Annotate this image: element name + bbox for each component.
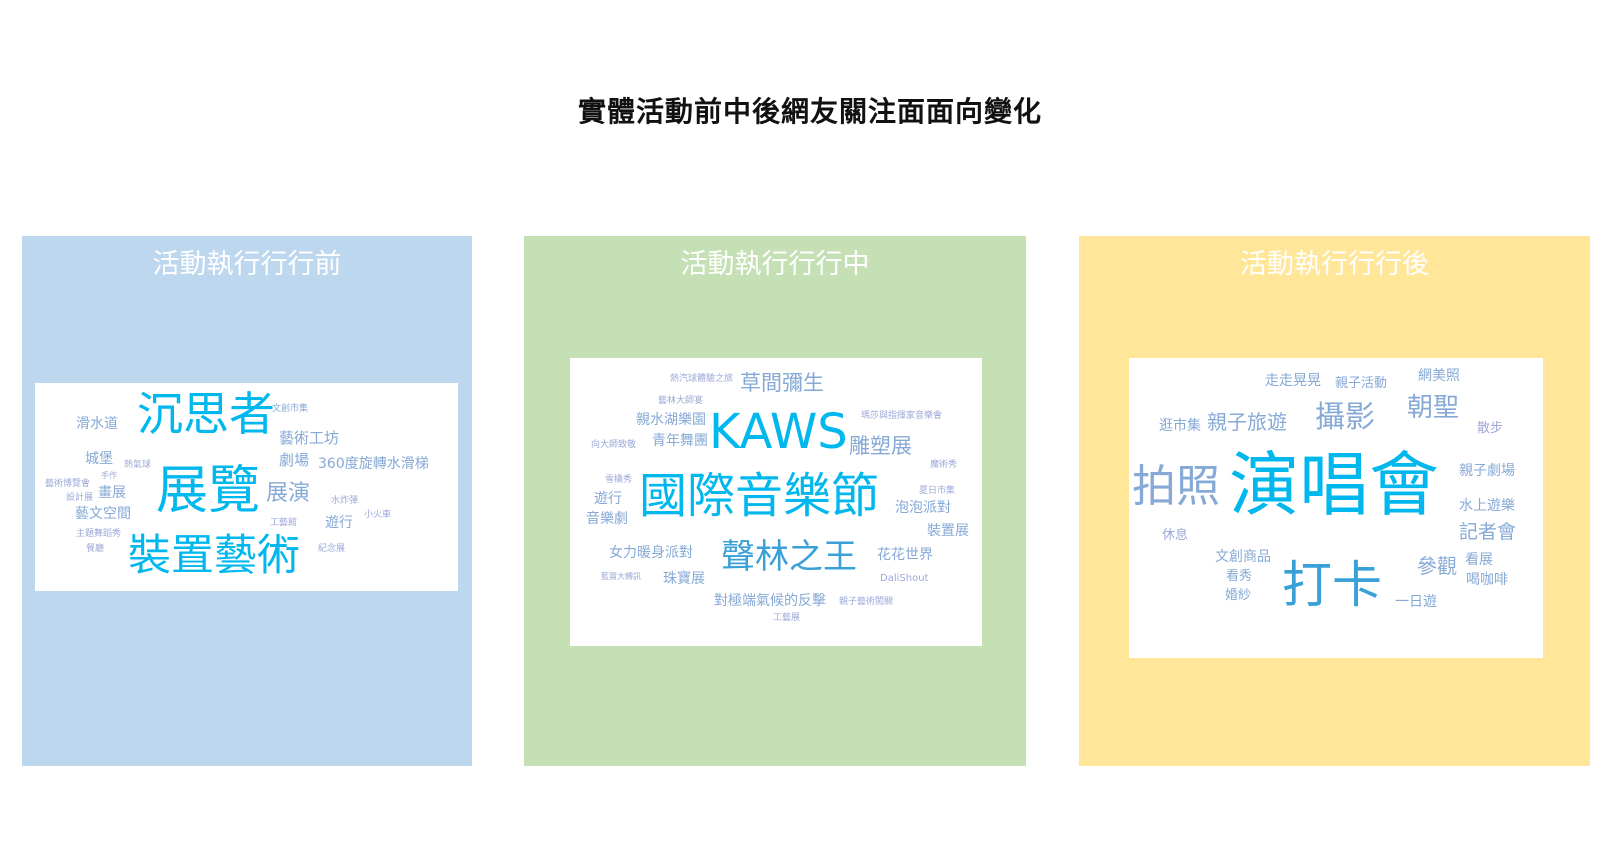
cloud-word: 藝林大師宴 bbox=[658, 396, 704, 406]
cloud-word: 餐廳 bbox=[86, 544, 105, 554]
cloud-word: 向大師致敬 bbox=[591, 440, 637, 450]
cloud-word: 熱氣球 bbox=[124, 460, 152, 470]
cloud-word: 參觀 bbox=[1417, 554, 1457, 578]
cloud-word: 親子活動 bbox=[1335, 376, 1388, 391]
cloud-word: 朝聖 bbox=[1407, 393, 1460, 423]
panel-title-before: 活動執行行行前 bbox=[152, 249, 342, 280]
cloud-word: 花花世界 bbox=[877, 547, 933, 563]
cloud-word: 親水湖樂園 bbox=[636, 412, 706, 428]
cloud-word: 裝置藝術 bbox=[128, 531, 300, 581]
cloud-word: 打卡 bbox=[1282, 556, 1382, 614]
cloud-word: 魔術秀 bbox=[930, 460, 958, 470]
cloud-word: 劇場 bbox=[279, 451, 310, 469]
cloud-word: 記者會 bbox=[1459, 521, 1517, 543]
cloud-word: 休息 bbox=[1162, 528, 1189, 543]
cloud-word: 夏日市集 bbox=[919, 486, 956, 496]
cloud-word: 水上遊樂 bbox=[1459, 498, 1515, 514]
cloud-word: 藝文空間 bbox=[75, 506, 131, 522]
cloud-word: 拍照 bbox=[1132, 461, 1220, 512]
cloud-word: 展演 bbox=[266, 481, 311, 506]
cloud-word: 藝術博覽會 bbox=[45, 479, 91, 489]
cloud-word: 珠寶展 bbox=[663, 571, 705, 587]
cloud-word: 女力暖身派對 bbox=[609, 545, 693, 561]
cloud-word: 畫展 bbox=[98, 485, 126, 501]
cloud-word: 國際音樂節 bbox=[639, 468, 880, 524]
panel-during: 活動執行行行中 熱汽球體驗之旅 草間彌生 藝林大師宴 親水湖樂園 KAWS 瑪莎… bbox=[524, 236, 1026, 766]
cloud-word: 看秀 bbox=[1226, 569, 1253, 584]
cloud-word: 熱汽球體驗之旅 bbox=[670, 374, 734, 384]
cloud-word: 泡泡派對 bbox=[895, 500, 951, 516]
cloud-word: 親子旅遊 bbox=[1207, 410, 1287, 434]
word-cloud-during: 熱汽球體驗之旅 草間彌生 藝林大師宴 親水湖樂園 KAWS 瑪莎與指揮家音樂會 … bbox=[570, 358, 982, 646]
cloud-word: 手作 bbox=[101, 471, 117, 480]
cloud-word: 360度旋轉水滑梯 bbox=[318, 456, 429, 472]
cloud-word: 雕塑展 bbox=[849, 434, 912, 458]
cloud-word: 雪橇秀 bbox=[605, 475, 633, 485]
panel-title-after: 活動執行行行後 bbox=[1240, 249, 1429, 280]
cloud-word: 草間彌生 bbox=[740, 371, 824, 395]
cloud-word: 親子藝術闖關 bbox=[839, 597, 894, 607]
cloud-word: 一日遊 bbox=[1395, 594, 1437, 610]
word-cloud-after: 走走晃晃 親子活動 網美照 逛市集 親子旅遊 攝影 朝聖 散步 拍照 演唱會 親… bbox=[1129, 358, 1543, 658]
cloud-word: 遊行 bbox=[325, 515, 353, 531]
cloud-word: 藝術工坊 bbox=[279, 429, 340, 447]
cloud-word: 瑪莎與指揮家音樂會 bbox=[861, 411, 943, 421]
page-title: 實體活動前中後網友關注面面向變化 bbox=[577, 95, 1042, 128]
cloud-word: 水炸彈 bbox=[331, 496, 359, 506]
cloud-word: 音樂劇 bbox=[586, 511, 628, 527]
word-cloud-before: 滑水道 沉思者 文創市集 藝術工坊 城堡 熱氣球 劇場 360度旋轉水滑梯 手作… bbox=[35, 383, 458, 591]
cloud-word: KAWS bbox=[709, 404, 848, 460]
cloud-word: 散步 bbox=[1477, 421, 1504, 436]
cloud-word: 小火車 bbox=[364, 510, 392, 520]
cloud-word: 文創市集 bbox=[272, 404, 309, 414]
cloud-word: 網美照 bbox=[1418, 368, 1460, 384]
cloud-word: 城堡 bbox=[85, 451, 113, 467]
cloud-word: 設計展 bbox=[66, 493, 94, 503]
cloud-word: 主題舞蹈秀 bbox=[76, 529, 122, 539]
cloud-word: 親子劇場 bbox=[1459, 463, 1515, 479]
cloud-word: 攝影 bbox=[1315, 400, 1375, 435]
cloud-word: 沉思者 bbox=[137, 387, 275, 441]
panel-after: 活動執行行行後 走走晃晃 親子活動 網美照 逛市集 親子旅遊 攝影 朝聖 散步 … bbox=[1079, 236, 1590, 766]
cloud-word: 文創商品 bbox=[1215, 549, 1271, 565]
cloud-word: 喝咖啡 bbox=[1466, 572, 1508, 588]
cloud-word: 聲林之王 bbox=[721, 537, 857, 577]
cloud-word: 遊行 bbox=[594, 491, 622, 507]
cloud-word: 婚紗 bbox=[1225, 588, 1252, 603]
cloud-word: DaliShout bbox=[880, 573, 929, 584]
cloud-word: 逛市集 bbox=[1159, 418, 1201, 434]
cloud-word: 滑水道 bbox=[76, 416, 118, 432]
cloud-word: 演唱會 bbox=[1229, 444, 1439, 526]
cloud-word: 對極端氣候的反擊 bbox=[714, 593, 826, 609]
cloud-word: 看展 bbox=[1465, 552, 1493, 568]
panel-title-during: 活動執行行行中 bbox=[680, 249, 870, 280]
cloud-word: 走走晃晃 bbox=[1265, 373, 1321, 389]
cloud-word: 藍寶大轉訊 bbox=[601, 572, 641, 581]
cloud-word: 紀念展 bbox=[318, 544, 346, 554]
panel-before: 活動執行行行前 滑水道 沉思者 文創市集 藝術工坊 城堡 熱氣球 劇場 360度… bbox=[22, 236, 472, 766]
cloud-word: 工藝館 bbox=[270, 518, 298, 528]
cloud-word: 青年舞團 bbox=[652, 433, 708, 449]
cloud-word: 展覽 bbox=[156, 461, 261, 521]
cloud-word: 裝置展 bbox=[927, 523, 969, 539]
cloud-word: 工藝展 bbox=[773, 613, 801, 623]
